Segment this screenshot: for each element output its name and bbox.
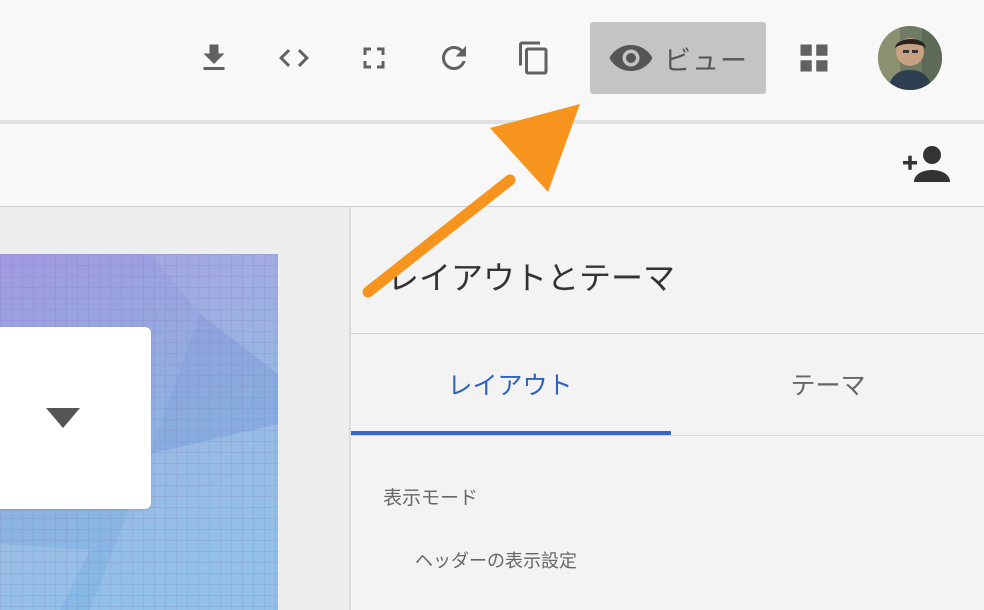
secondary-toolbar [0, 124, 984, 207]
refresh-icon[interactable] [434, 38, 474, 78]
layout-theme-panel: レイアウトとテーマ レイアウト テーマ 表示モード ヘッダーの表示設定 [349, 207, 984, 610]
tab-theme[interactable]: テーマ [669, 334, 984, 434]
tab-layout-label: レイアウト [447, 371, 573, 400]
download-icon[interactable] [194, 38, 234, 78]
tab-layout[interactable]: レイアウト [351, 334, 669, 434]
display-mode-label: 表示モード [383, 487, 479, 509]
add-person-icon[interactable] [902, 144, 950, 184]
chevron-down-icon[interactable] [46, 408, 80, 430]
eye-icon [609, 45, 653, 71]
tab-theme-label: テーマ [790, 371, 866, 400]
avatar[interactable] [878, 26, 942, 90]
code-embed-icon[interactable] [274, 38, 314, 78]
panel-title: レイアウトとテーマ [387, 259, 676, 297]
top-toolbar: ビュー [0, 0, 984, 124]
view-button[interactable]: ビュー [590, 22, 766, 94]
fullscreen-icon[interactable] [354, 38, 394, 78]
header-display-settings-label: ヘッダーの表示設定 [415, 551, 577, 572]
divider [351, 435, 984, 436]
copy-icon[interactable] [514, 38, 554, 78]
apps-grid-icon[interactable] [794, 38, 834, 78]
view-button-label: ビュー [664, 45, 748, 77]
